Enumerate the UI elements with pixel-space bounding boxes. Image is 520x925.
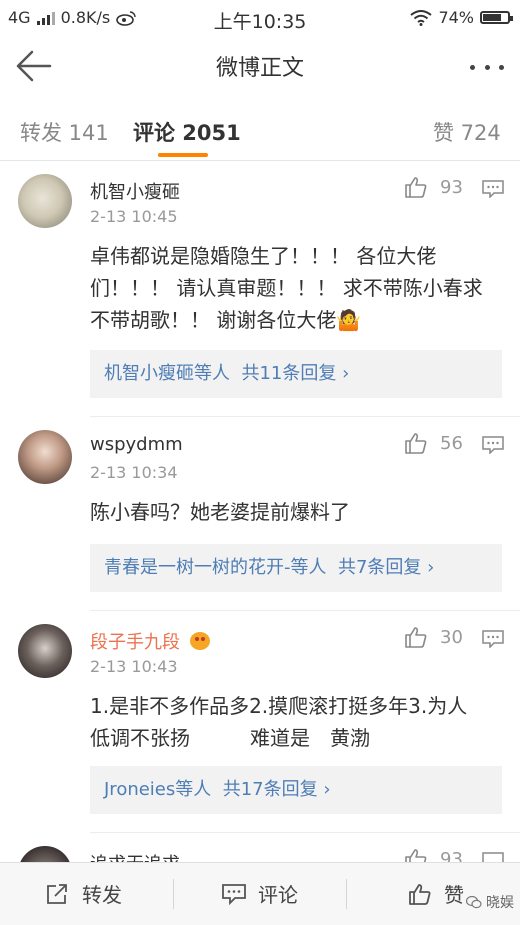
replies-users[interactable]: 青春是一树一树的花开-等人 <box>104 557 327 578</box>
like-label: 赞 <box>444 883 464 907</box>
divider <box>90 832 520 833</box>
watermark-text: 晓娱 <box>486 895 514 911</box>
thumbs-up-icon <box>405 433 427 454</box>
like-count: 93 <box>440 176 463 198</box>
comment-line: 低调不张扬 难道是 黄渤 <box>90 726 370 750</box>
reply-icon[interactable] <box>482 436 504 454</box>
battery-icon <box>480 11 513 24</box>
comment-line: 们！！！ 请认真审题！！！ 求不带陈小春求 <box>90 276 483 300</box>
divider <box>90 610 520 611</box>
thumbs-up-icon <box>405 177 427 198</box>
comment-text: 陈小春吗？她老婆提前爆料了 <box>90 496 502 528</box>
bottom-action-bar: 转发 评论 赞 <box>0 862 520 925</box>
repost-label: 转发 <box>82 883 122 907</box>
battery-percent: 74% <box>438 8 474 27</box>
avatar[interactable] <box>18 624 72 678</box>
comment-text: 卓伟都说是隐婚隐生了！！！ 各位大佬 们！！！ 请认真审题！！！ 求不带陈小春求… <box>90 240 502 336</box>
tab-bar: 转发 141 评论 2051 赞 724 <box>0 100 520 161</box>
replies-summary[interactable]: Jroneies等人 共17条回复 › <box>90 766 502 814</box>
like-count: 56 <box>440 432 463 454</box>
comment-line: 卓伟都说是隐婚隐生了！！！ 各位大佬 <box>90 244 437 268</box>
comment-line: 不带胡歌！！ 谢谢各位大佬🤷 <box>90 308 362 332</box>
wifi-icon <box>410 9 433 26</box>
comment-button[interactable]: 评论 <box>222 879 298 908</box>
comment-item: 机智小瘦砸 2-13 10:45 93 卓伟都说是隐婚隐生了！！！ 各位大佬 们… <box>0 170 520 420</box>
comment-text: 1.是非不多作品多2.摸爬滚打挺多年3.为人 低调不张扬 难道是 黄渤 <box>90 690 502 754</box>
comment-line: 1.是非不多作品多2.摸爬滚打挺多年3.为人 <box>90 694 468 718</box>
replies-summary[interactable]: 机智小瘦砸等人 共11条回复 › <box>90 350 502 398</box>
comment-item: wspydmm 2-13 10:34 56 陈小春吗？她老婆提前爆料了 青春是一… <box>0 426 520 616</box>
repost-button[interactable]: 转发 <box>46 879 122 908</box>
replies-users[interactable]: 机智小瘦砸等人 <box>104 363 230 384</box>
replies-summary[interactable]: 青春是一树一树的花开-等人 共7条回复 › <box>90 544 502 592</box>
status-bar: 4G 0.8K/s 上午10:35 74% <box>0 0 520 36</box>
username-text[interactable]: 段子手九段 <box>90 632 180 653</box>
comment-time: 2-13 10:45 <box>90 207 178 226</box>
reply-icon[interactable] <box>482 180 504 198</box>
replies-count[interactable]: 共7条回复 › <box>338 557 434 578</box>
active-tab-indicator <box>158 153 208 157</box>
replies-count[interactable]: 共11条回复 › <box>241 363 349 384</box>
comment-username[interactable]: 段子手九段 <box>90 628 210 654</box>
avatar[interactable] <box>18 174 72 228</box>
divider <box>90 416 520 417</box>
comment-username[interactable]: 机智小瘦砸 <box>90 178 180 204</box>
divider <box>173 879 174 909</box>
repost-icon <box>47 883 67 904</box>
thumbs-up-icon <box>409 883 431 905</box>
nav-bar: 微博正文 <box>0 36 520 96</box>
comment-item: 段子手九段 2-13 10:43 30 1.是非不多作品多2.摸爬滚打挺多年3.… <box>0 620 520 840</box>
watermark: 晓娱 <box>466 892 514 912</box>
comment-label: 评论 <box>258 883 298 907</box>
more-options-icon[interactable] <box>470 52 504 82</box>
replies-users[interactable]: Jroneies等人 <box>104 779 211 800</box>
like-action-button[interactable]: 赞 <box>408 879 464 908</box>
thumbs-up-icon <box>405 627 427 648</box>
like-button[interactable]: 56 <box>404 432 463 454</box>
wechat-icon <box>466 895 482 909</box>
avatar[interactable] <box>18 430 72 484</box>
comment-time: 2-13 10:43 <box>90 657 178 676</box>
replies-count[interactable]: 共17条回复 › <box>223 779 331 800</box>
tab-reposts[interactable]: 转发 141 <box>20 117 109 147</box>
tab-comments[interactable]: 评论 2051 <box>133 117 241 147</box>
divider <box>346 879 347 909</box>
like-count: 30 <box>440 626 463 648</box>
comment-line: 陈小春吗？她老婆提前爆料了 <box>90 500 350 524</box>
page-title: 微博正文 <box>215 56 304 81</box>
comment-time: 2-13 10:34 <box>90 463 178 482</box>
tab-likes[interactable]: 赞 724 <box>433 117 501 147</box>
comment-username[interactable]: wspydmm <box>90 434 183 455</box>
like-button[interactable]: 30 <box>404 626 463 648</box>
comment-icon <box>222 883 246 905</box>
like-button[interactable]: 93 <box>404 176 463 198</box>
vip-badge-icon <box>189 632 210 650</box>
reply-icon[interactable] <box>482 630 504 648</box>
